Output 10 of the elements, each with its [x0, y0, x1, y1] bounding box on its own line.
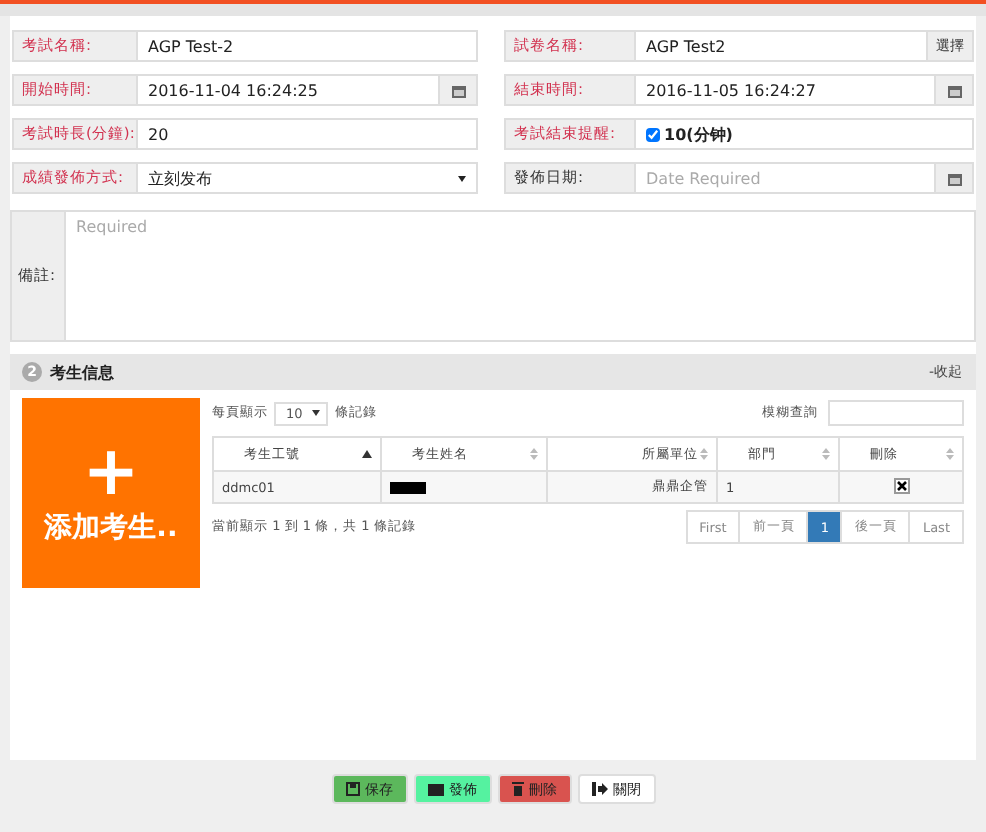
save-icon: [345, 782, 359, 796]
reminder-option[interactable]: 10(分钟): [636, 120, 972, 148]
section-title: 考生信息: [50, 361, 116, 383]
sign-out-icon: [591, 782, 607, 796]
trash-icon: [511, 782, 523, 796]
reminder-checkbox[interactable]: [646, 127, 660, 141]
monitor-icon: [427, 783, 443, 795]
search-field[interactable]: [828, 400, 964, 426]
delete-icon[interactable]: [893, 477, 909, 493]
dropdown-icon: [312, 410, 321, 416]
